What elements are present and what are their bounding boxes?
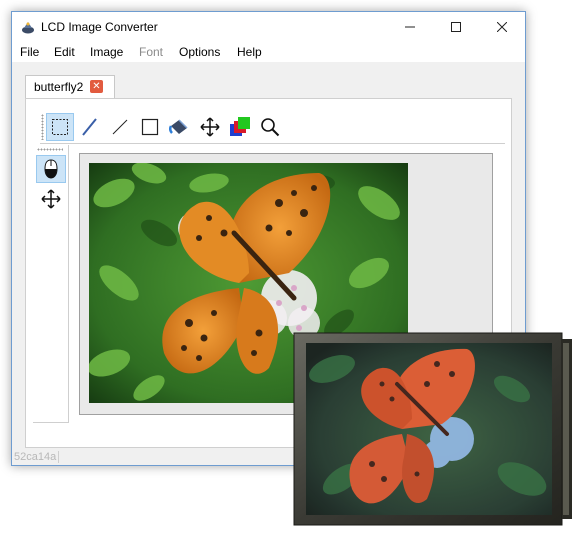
- app-icon: [22, 22, 34, 34]
- menu-help[interactable]: Help: [237, 45, 262, 59]
- mouse-mode-tool[interactable]: [36, 155, 66, 183]
- menu-options[interactable]: Options: [179, 45, 220, 59]
- move-arrows-icon: [41, 189, 61, 209]
- menu-file[interactable]: File: [20, 45, 39, 59]
- menu-image[interactable]: Image: [90, 45, 123, 59]
- pen-tool[interactable]: [76, 113, 104, 141]
- toolbar-grip[interactable]: [41, 114, 44, 140]
- line-tool[interactable]: [106, 113, 134, 141]
- side-toolbar-grip[interactable]: [37, 148, 63, 151]
- zoom-icon: [261, 118, 280, 137]
- fill-tool[interactable]: [166, 113, 194, 141]
- mouse-icon: [44, 159, 58, 179]
- maximize-button[interactable]: [433, 12, 479, 42]
- maximize-icon: [451, 22, 461, 32]
- minimize-button[interactable]: [387, 12, 433, 42]
- status-text: 52ca14a: [14, 451, 57, 463]
- lcd-device-photo: [292, 329, 575, 529]
- rectangle-tool[interactable]: [136, 113, 164, 141]
- color-swatches-icon: [230, 117, 250, 136]
- tool-bar: [40, 110, 505, 144]
- menu-bar: File Edit Image Font Options Help: [12, 42, 525, 62]
- selection-rectangle-tool[interactable]: [46, 113, 74, 141]
- tab-butterfly2[interactable]: butterfly2 ✕: [25, 75, 115, 98]
- side-tool-bar: [33, 145, 69, 423]
- menu-font[interactable]: Font: [139, 45, 163, 59]
- move-arrows-icon: [200, 117, 220, 137]
- colors-tool[interactable]: [226, 113, 254, 141]
- pen-icon: [82, 118, 97, 136]
- rectangle-icon: [141, 118, 159, 136]
- minimize-icon: [405, 26, 415, 28]
- close-button[interactable]: [479, 12, 525, 42]
- status-separator: [58, 451, 59, 463]
- zoom-tool[interactable]: [256, 113, 284, 141]
- line-icon: [112, 119, 128, 135]
- close-icon: [497, 22, 507, 32]
- title-bar[interactable]: LCD Image Converter: [12, 12, 525, 42]
- fill-bucket-icon: [169, 119, 188, 134]
- tab-label: butterfly2: [34, 80, 84, 94]
- side-move-tool[interactable]: [36, 185, 66, 213]
- selection-rectangle-icon: [52, 119, 68, 135]
- menu-edit[interactable]: Edit: [54, 45, 75, 59]
- move-tool[interactable]: [196, 113, 224, 141]
- window-title: LCD Image Converter: [41, 20, 158, 34]
- close-tab-icon[interactable]: ✕: [90, 80, 103, 93]
